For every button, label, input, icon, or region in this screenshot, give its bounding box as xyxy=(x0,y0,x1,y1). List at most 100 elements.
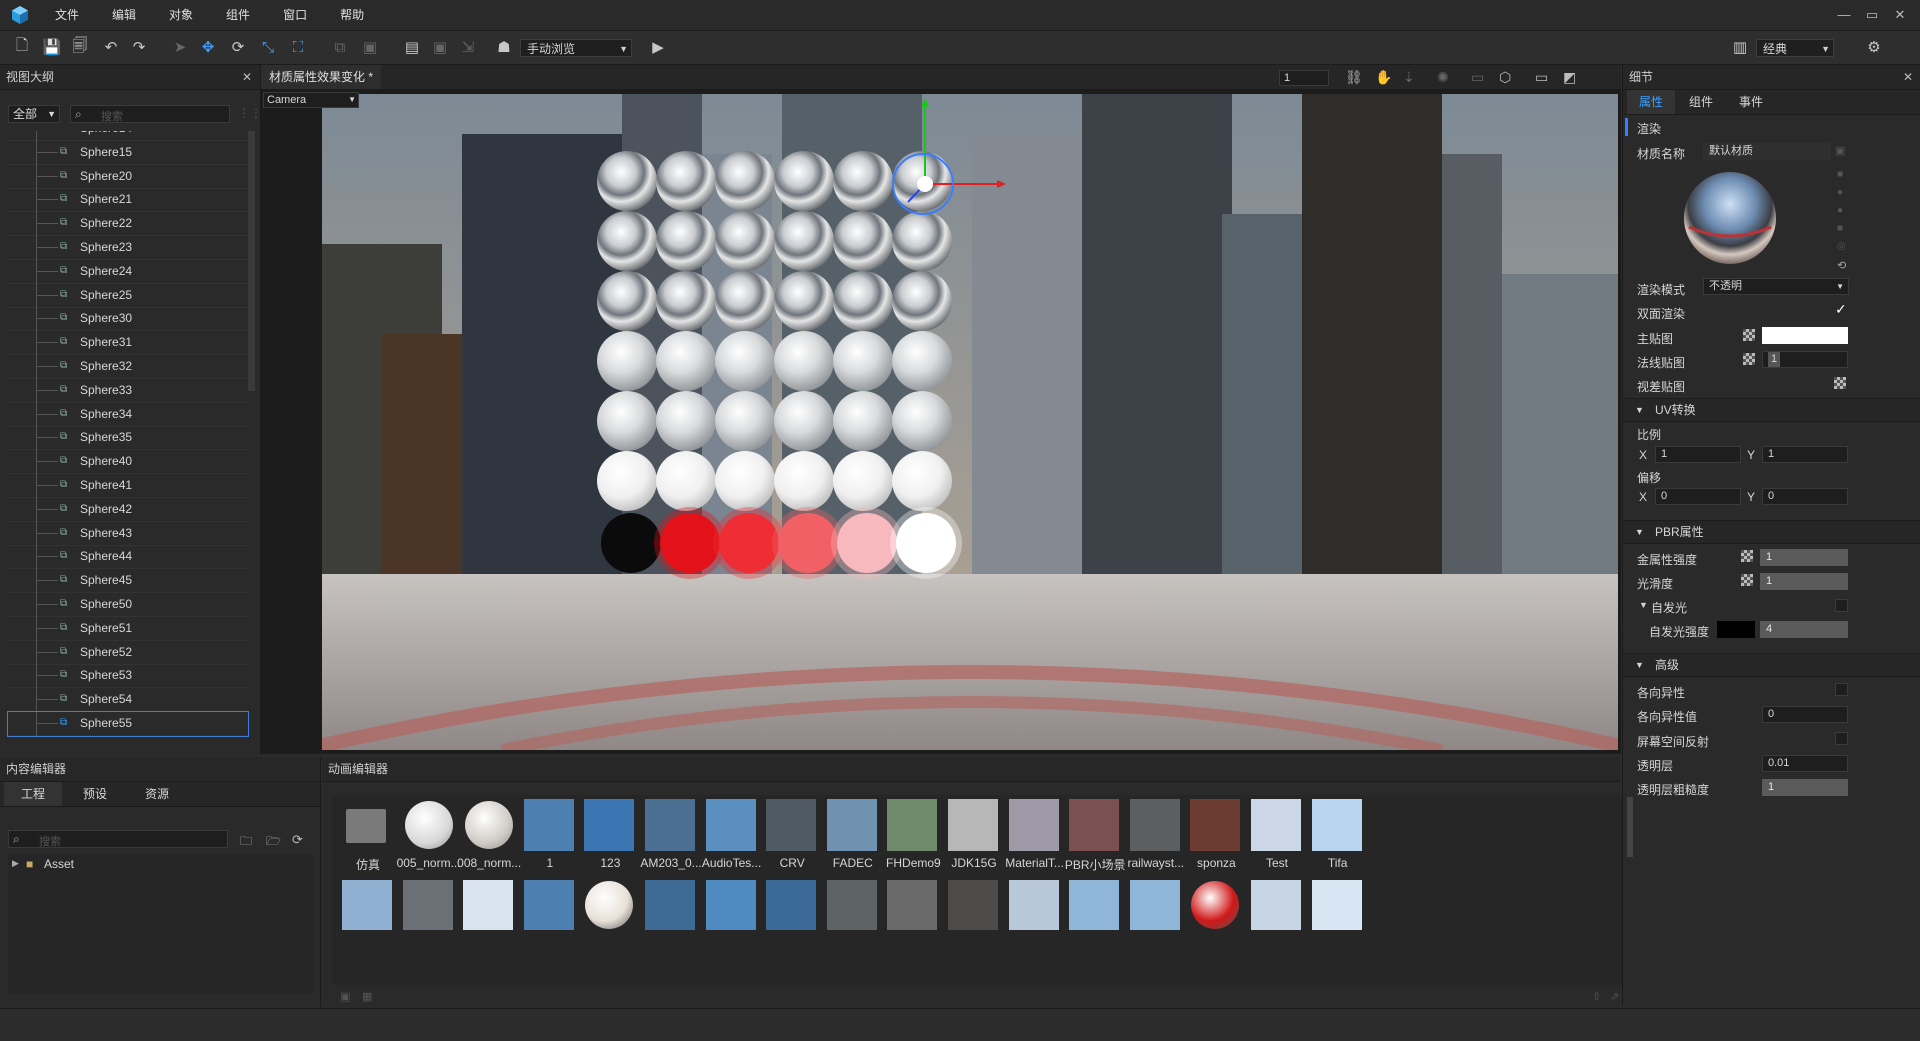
render-mode-dropdown[interactable]: 不透明 ▼ xyxy=(1703,278,1849,295)
export-icon[interactable]: ⇗ xyxy=(1610,990,1619,1003)
outline-item[interactable]: ⧉ Sphere34 xyxy=(8,402,248,427)
close-button[interactable]: ✕ xyxy=(1886,0,1914,30)
move-tool-icon[interactable]: ✥ xyxy=(198,37,218,57)
asset-thumbnail[interactable] xyxy=(403,799,453,851)
scale-x-field[interactable]: 1 xyxy=(1655,446,1741,463)
asset-thumbnail[interactable] xyxy=(948,799,998,851)
outline-item[interactable]: ⧉ Sphere21 xyxy=(8,188,248,213)
asset-thumbnail[interactable] xyxy=(705,880,756,930)
save-all-icon[interactable]: 🗐 xyxy=(70,37,90,57)
sphere[interactable] xyxy=(597,211,657,271)
asset-thumbnail[interactable] xyxy=(826,799,877,851)
outline-item[interactable]: ⧉ Sphere45 xyxy=(8,569,248,594)
hand-icon[interactable]: ✋ xyxy=(1375,69,1392,86)
sphere[interactable] xyxy=(774,391,834,451)
asset-thumbnail[interactable] xyxy=(948,880,998,930)
sphere[interactable] xyxy=(774,331,834,391)
maximize-viewport-icon[interactable]: ◩ xyxy=(1563,69,1576,86)
camera-dropdown[interactable]: Camera ▼ xyxy=(263,92,359,108)
window-icon[interactable]: ▭ xyxy=(1535,69,1548,86)
sphere[interactable] xyxy=(597,451,657,511)
asset-root-label[interactable]: Asset xyxy=(44,857,74,871)
outline-options-icon[interactable]: ⋮⋮ xyxy=(238,106,262,120)
outline-item[interactable]: ⧉ Sphere23 xyxy=(8,236,248,260)
offset-y-field[interactable]: 0 xyxy=(1762,488,1848,505)
asset-thumbnail[interactable] xyxy=(523,880,574,930)
outline-item[interactable]: ⧉ Sphere35 xyxy=(8,426,248,451)
asset-thumbnail[interactable] xyxy=(463,799,514,851)
asset-thumbnail[interactable] xyxy=(463,880,514,930)
outline-item[interactable]: ⧉ Sphere31 xyxy=(8,331,248,356)
sphere[interactable] xyxy=(597,271,657,331)
aniso-checkbox[interactable] xyxy=(1835,683,1848,696)
asset-grid-scrollbar[interactable] xyxy=(1627,797,1633,857)
sphere[interactable] xyxy=(774,451,834,511)
nav-mode-dropdown[interactable]: 手动浏览 ▼ xyxy=(520,39,632,57)
asset-thumbnail[interactable] xyxy=(1251,880,1301,930)
asset-thumbnail[interactable] xyxy=(826,880,877,930)
save-material-icon[interactable]: ▣ xyxy=(1835,144,1845,157)
emission-intensity-field[interactable]: 4 xyxy=(1760,621,1848,638)
undo-icon[interactable]: ↶ xyxy=(101,37,121,57)
folder-thumbnail[interactable] xyxy=(342,799,392,851)
sphere[interactable] xyxy=(774,211,834,271)
menu-component[interactable]: 组件 xyxy=(226,0,269,30)
asset-thumbnail[interactable] xyxy=(705,799,756,851)
asset-thumbnail[interactable] xyxy=(1008,880,1059,930)
play-icon[interactable]: ▶ xyxy=(648,37,668,57)
tab-components[interactable]: 组件 xyxy=(1677,90,1725,114)
sphere[interactable] xyxy=(833,271,893,331)
emissive-sphere[interactable] xyxy=(601,513,661,573)
emission-color[interactable] xyxy=(1717,621,1755,638)
asset-thumbnail[interactable] xyxy=(766,880,817,930)
metallic-tex-picker-icon[interactable] xyxy=(1741,550,1753,562)
outline-item[interactable]: ⧉ Sphere40 xyxy=(8,450,248,475)
main-tex-picker-icon[interactable] xyxy=(1743,329,1755,341)
content-search-input[interactable]: ⌕ 搜索 xyxy=(8,830,228,848)
outline-item[interactable]: ⧉ Sphere53 xyxy=(8,664,248,689)
emissive-sphere[interactable] xyxy=(896,513,956,573)
menu-help[interactable]: 帮助 xyxy=(340,0,383,30)
preview-plane-icon[interactable]: ■ xyxy=(1837,223,1843,234)
scene-viewport[interactable] xyxy=(322,94,1618,750)
sphere[interactable] xyxy=(656,271,716,331)
sphere[interactable] xyxy=(715,271,775,331)
sphere[interactable] xyxy=(833,151,893,211)
sphere[interactable] xyxy=(833,391,893,451)
close-icon[interactable]: ✕ xyxy=(242,65,252,89)
asset-thumbnail[interactable] xyxy=(1311,799,1362,851)
main-tex-color[interactable] xyxy=(1762,327,1848,344)
scale-tool-icon[interactable]: ⤡ xyxy=(258,37,278,57)
asset-thumbnail[interactable] xyxy=(1190,799,1241,851)
tab-resources[interactable]: 资源 xyxy=(128,782,186,806)
advanced-section-header[interactable]: ▼ 高级 xyxy=(1623,653,1920,677)
sphere[interactable] xyxy=(656,211,716,271)
sphere[interactable] xyxy=(715,151,775,211)
outline-item[interactable]: ⧉ Sphere32 xyxy=(8,355,248,379)
save-icon[interactable]: 💾 xyxy=(42,37,62,57)
light-icon[interactable]: ✺ xyxy=(1437,69,1449,86)
asset-thumbnail[interactable] xyxy=(1311,880,1362,930)
sphere[interactable] xyxy=(656,451,716,511)
offset-x-field[interactable]: 0 xyxy=(1655,488,1741,505)
cube-icon[interactable]: ⬡ xyxy=(1499,69,1511,86)
sphere[interactable] xyxy=(892,271,952,331)
asset-thumbnail[interactable] xyxy=(1190,880,1240,930)
sphere[interactable] xyxy=(597,151,657,211)
normal-tex-field[interactable]: 1 xyxy=(1762,351,1848,368)
menu-file[interactable]: 文件 xyxy=(55,0,98,30)
new-file-icon[interactable]: 🗋 xyxy=(12,37,32,57)
pin-icon[interactable]: ⇣ xyxy=(1403,69,1415,86)
scale-y-field[interactable]: 1 xyxy=(1762,446,1848,463)
sphere[interactable] xyxy=(656,331,716,391)
viewport-tab[interactable]: 材质属性效果变化 * xyxy=(261,65,382,89)
maximize-button[interactable]: ▭ xyxy=(1858,0,1886,30)
sphere[interactable] xyxy=(892,451,952,511)
tab-properties[interactable]: 属性 xyxy=(1627,90,1675,114)
close-icon[interactable]: ✕ xyxy=(1903,65,1913,89)
viewport-page-field[interactable]: 1 xyxy=(1279,70,1329,86)
double-sided-checkbox[interactable]: ✓ xyxy=(1835,301,1847,318)
layout-dropdown[interactable]: 经典 ▼ xyxy=(1756,39,1834,57)
outline-item[interactable]: ⧉ Sphere30 xyxy=(8,307,248,332)
outline-filter-dropdown[interactable]: 全部 ▼ xyxy=(8,105,60,123)
